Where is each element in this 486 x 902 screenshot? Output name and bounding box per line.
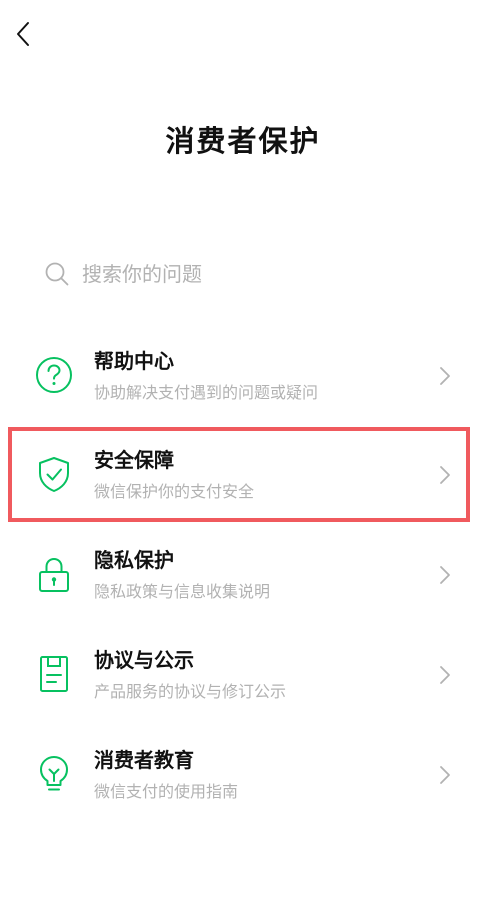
menu-item-title: 隐私保护 — [94, 548, 174, 572]
shield-check-icon — [34, 454, 74, 494]
menu-item-desc: 协助解决支付遇到的问题或疑问 — [94, 383, 319, 402]
menu-item-desc: 微信保护你的支付安全 — [94, 482, 255, 501]
menu-item-help-center[interactable]: 帮助中心 协助解决支付遇到的问题或疑问 — [0, 329, 486, 427]
search-icon — [45, 262, 69, 286]
chevron-right-icon — [440, 666, 450, 684]
back-button[interactable] — [6, 14, 40, 54]
menu-item-desc: 隐私政策与信息收集说明 — [94, 582, 271, 601]
menu-item-title: 安全保障 — [94, 448, 174, 472]
search-input[interactable] — [82, 262, 422, 286]
lock-icon — [34, 554, 74, 594]
lightbulb-icon — [34, 754, 74, 794]
chevron-right-icon — [440, 766, 450, 784]
search-bar[interactable] — [44, 254, 444, 294]
menu-item-security[interactable]: 安全保障 微信保护你的支付安全 — [0, 428, 486, 526]
menu-item-title: 帮助中心 — [94, 349, 174, 373]
question-circle-icon — [34, 355, 74, 395]
page-title: 消费者保护 — [165, 124, 321, 158]
menu-item-title: 协议与公示 — [94, 648, 194, 672]
chevron-right-icon — [440, 566, 450, 584]
chevron-right-icon — [440, 367, 450, 385]
menu-item-agreements[interactable]: 协议与公示 产品服务的协议与修订公示 — [0, 628, 486, 726]
menu-item-privacy[interactable]: 隐私保护 隐私政策与信息收集说明 — [0, 528, 486, 626]
menu-item-desc: 微信支付的使用指南 — [94, 782, 239, 801]
menu-item-desc: 产品服务的协议与修订公示 — [94, 682, 287, 701]
menu-item-consumer-education[interactable]: 消费者教育 微信支付的使用指南 — [0, 728, 486, 826]
chevron-left-icon — [17, 22, 29, 46]
document-icon — [34, 654, 74, 694]
chevron-right-icon — [440, 466, 450, 484]
menu-item-title: 消费者教育 — [94, 748, 194, 772]
